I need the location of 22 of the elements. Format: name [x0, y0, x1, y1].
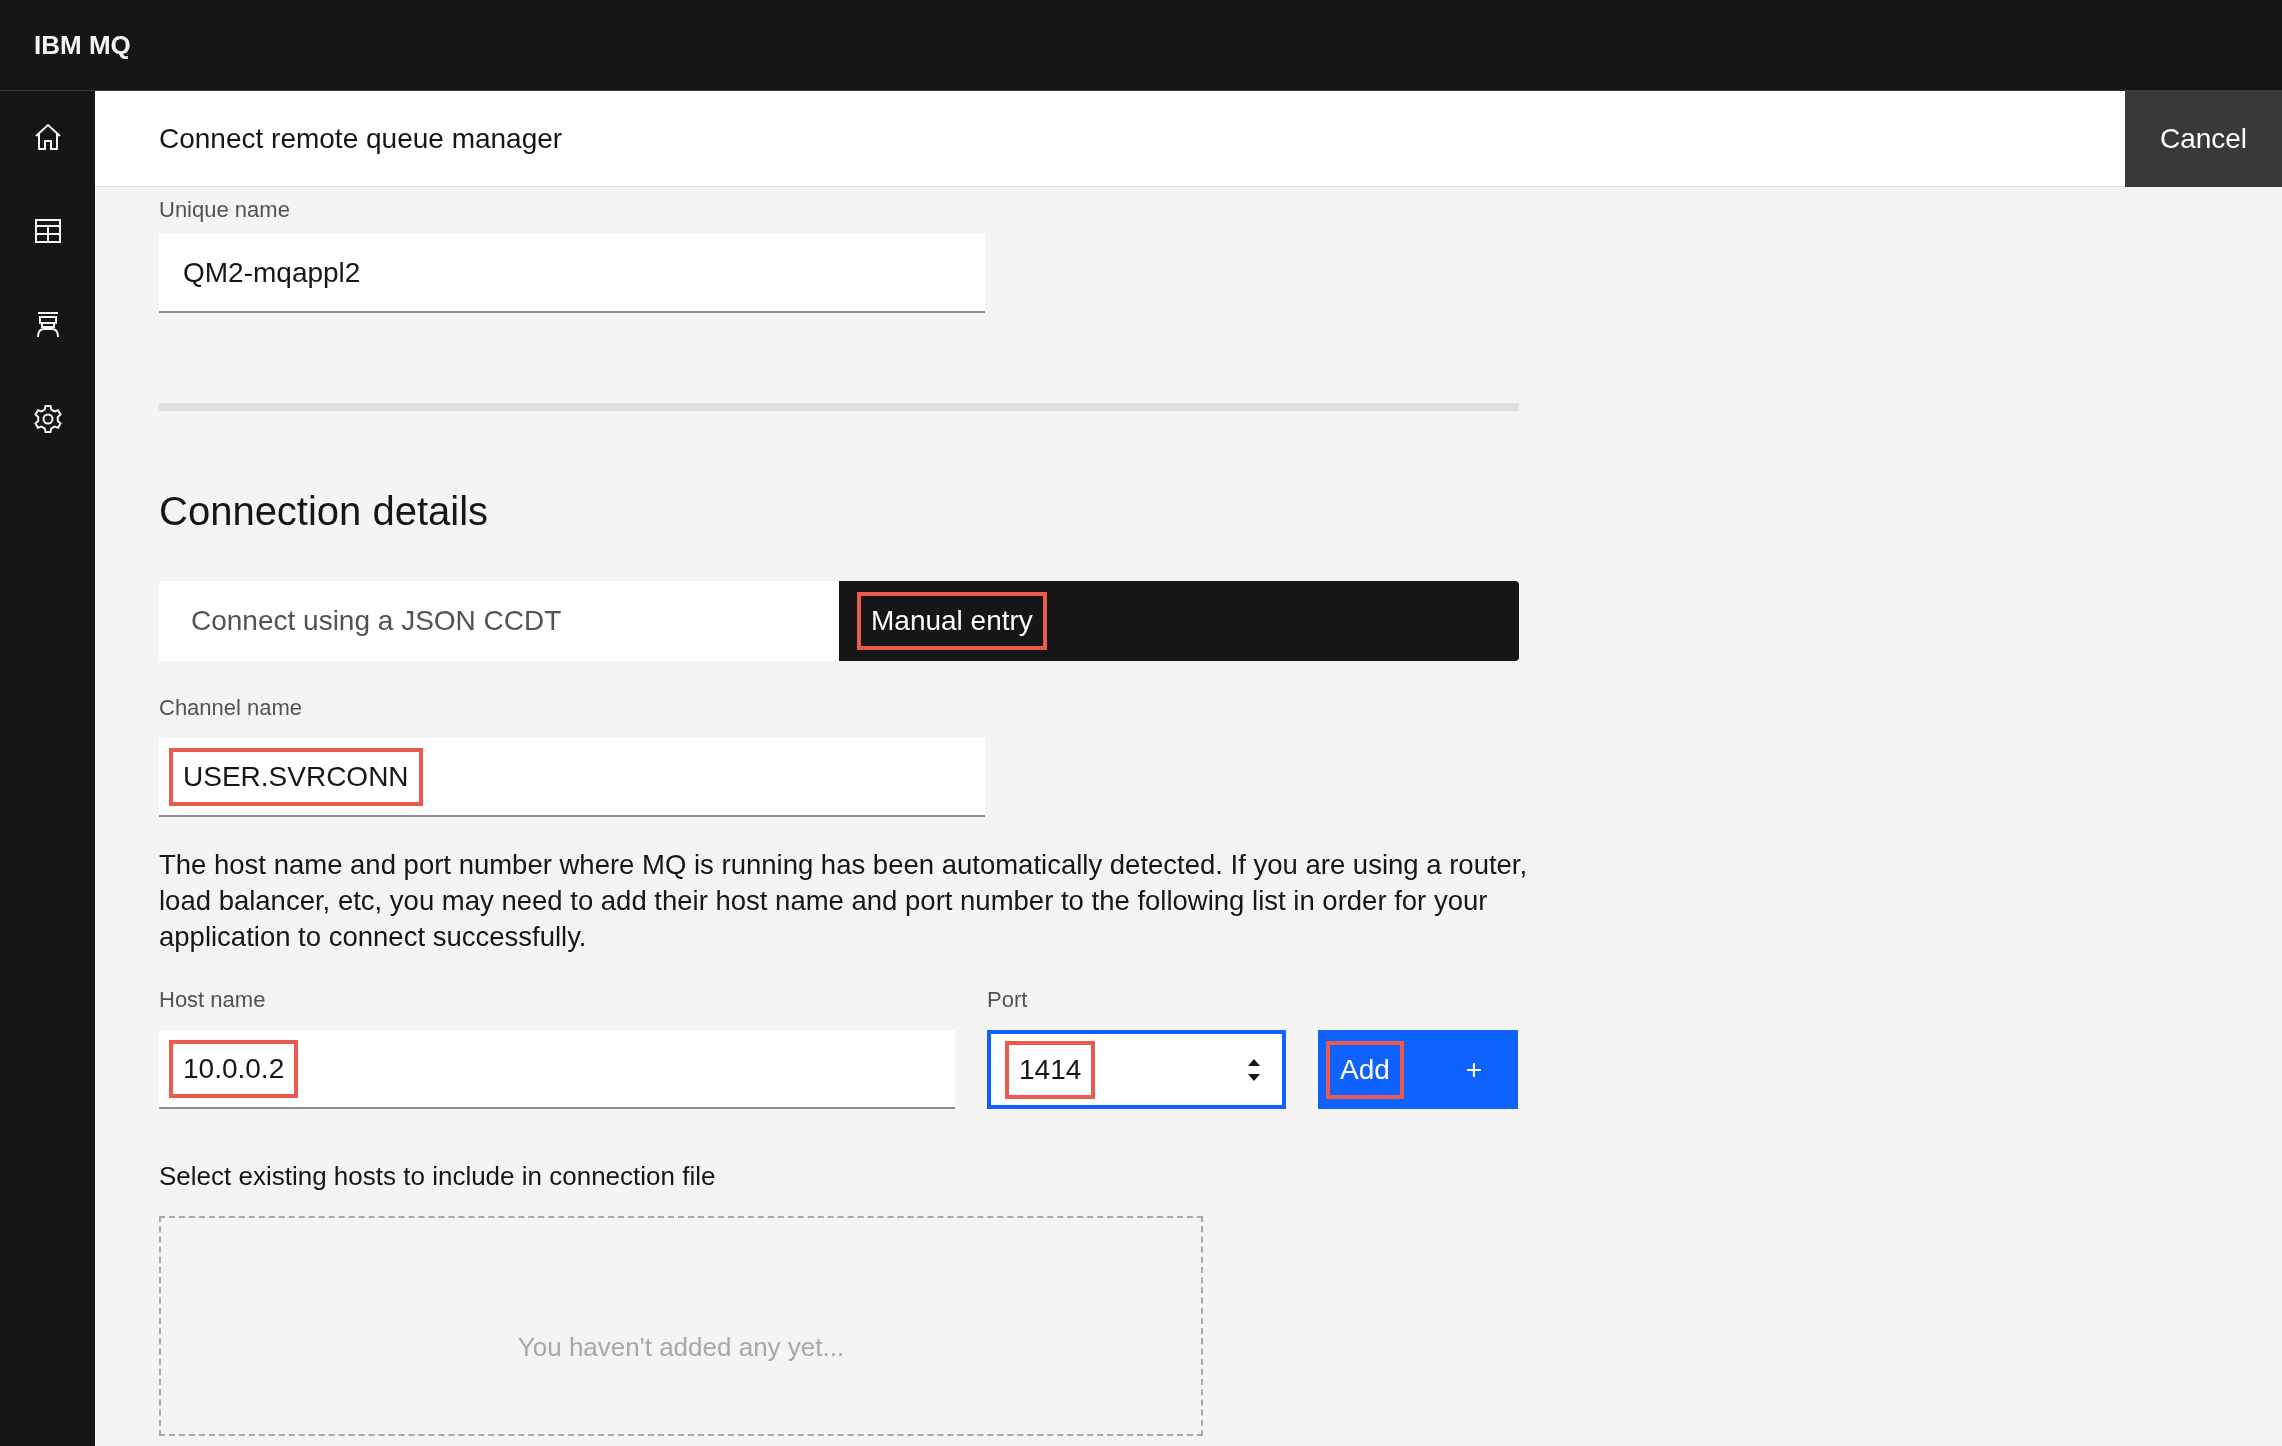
settings-icon[interactable] [31, 403, 64, 435]
host-name-field[interactable]: 10.0.0.2 [159, 1030, 955, 1109]
list-label: Select existing hosts to include in connection file [159, 1160, 716, 1193]
unique-name-field[interactable]: QM2-mqappl2 [159, 234, 985, 313]
cancel-button[interactable]: Cancel [2125, 91, 2282, 187]
field-value: USER.SVRCONN [169, 747, 423, 806]
field-label: Unique name [159, 196, 290, 224]
description-text: The host name and port number where MQ is running has been automatically detected. If you are using a router, load balancer, etc, you may need to add their host name and port number to the following list in order for your application to connect successfully. [159, 848, 1529, 954]
field-label: Channel name [159, 694, 303, 722]
panel-title: Connect remote queue manager [159, 121, 563, 156]
field-label: Port [987, 986, 1028, 1014]
add-button[interactable]: Add + [1318, 1030, 1518, 1109]
port-field[interactable]: 1414 [987, 1030, 1286, 1109]
empty-message: You haven't added any yet... [517, 1331, 845, 1364]
field-value: 1414 [1005, 1040, 1096, 1099]
tab[interactable]: Connect using a JSON CCDT [159, 581, 839, 661]
app-title: IBM MQ [34, 28, 131, 62]
channel-name-field[interactable]: USER.SVRCONN [159, 738, 985, 817]
tab[interactable]: Manual entry [839, 581, 1519, 661]
field-value: 10.0.0.2 [169, 1039, 299, 1098]
section-title: Connection details [159, 488, 489, 535]
field-label: Host name [159, 986, 266, 1014]
